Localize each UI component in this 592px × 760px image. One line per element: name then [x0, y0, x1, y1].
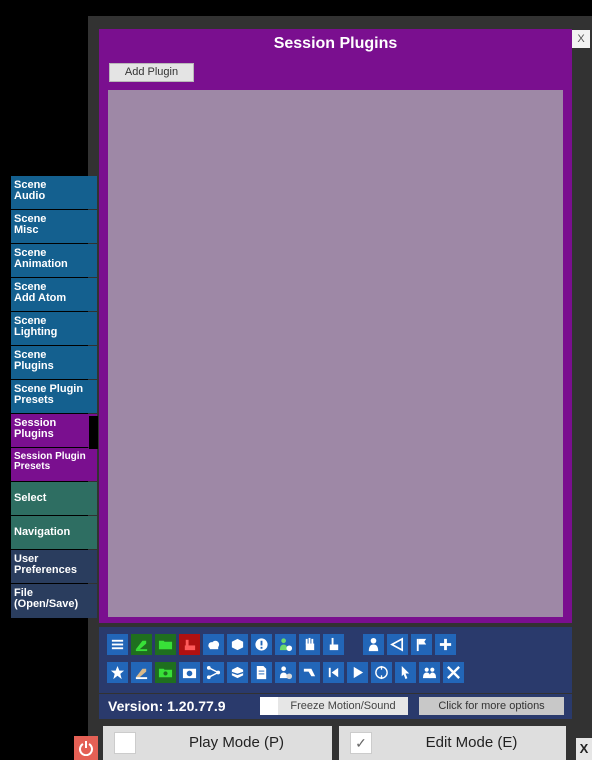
package-icon[interactable] [227, 634, 248, 655]
edit-mode-button[interactable]: ✓ Edit Mode (E) [339, 726, 566, 760]
package-open-icon[interactable] [227, 662, 248, 683]
cloud-icon[interactable] [203, 634, 224, 655]
status-bar: Version: 1.20.77.9 Freeze Motion/Sound C… [99, 694, 572, 719]
power-button[interactable] [74, 736, 98, 760]
tab-user-preferences[interactable]: User Preferences [11, 550, 97, 583]
add-plugin-button[interactable]: Add Plugin [109, 63, 194, 82]
edit-mode-label: Edit Mode (E) [425, 734, 518, 751]
hand-grab-icon[interactable] [299, 634, 320, 655]
pointer-hand-icon[interactable] [323, 634, 344, 655]
tab-scene-plugins[interactable]: Scene Plugins [11, 346, 97, 379]
tab-session-plugin-presets[interactable]: Session Plugin Presets [11, 448, 97, 481]
skip-back-icon[interactable] [323, 662, 344, 683]
panel-close-button[interactable]: X [572, 30, 590, 48]
star-icon[interactable] [107, 662, 128, 683]
version-label: Version: 1.20.77.9 [108, 698, 226, 714]
alert-icon[interactable] [251, 634, 272, 655]
tools-icon[interactable] [443, 662, 464, 683]
play-mode-button[interactable]: Play Mode (P) [103, 726, 332, 760]
edit-mode-checkbox[interactable]: ✓ [350, 732, 372, 754]
tab-navigation[interactable]: Navigation [11, 516, 97, 549]
session-plugins-panel: Session Plugins Add Plugin [99, 29, 572, 623]
folder-icon[interactable] [155, 634, 176, 655]
tab-scene-lighting[interactable]: Scene Lighting [11, 312, 97, 345]
tab-select[interactable]: Select [11, 482, 97, 515]
camera-icon[interactable] [179, 662, 200, 683]
person-add-icon[interactable] [275, 634, 296, 655]
target-icon[interactable] [371, 662, 392, 683]
freeze-motion-checkbox[interactable] [260, 697, 278, 715]
close-button[interactable]: X [576, 738, 592, 760]
toolbar-row-2 [107, 662, 467, 683]
tab-file-open-save[interactable]: File (Open/Save) [11, 584, 97, 618]
more-options-button[interactable]: Click for more options [419, 697, 564, 715]
unity-icon[interactable] [387, 634, 408, 655]
tab-sidebar: Scene Audio Scene Misc Scene Animation S… [11, 176, 97, 619]
scene-edit-icon[interactable] [131, 634, 152, 655]
tab-scene-animation[interactable]: Scene Animation [11, 244, 97, 277]
flag-icon[interactable] [411, 634, 432, 655]
menu-icon[interactable] [107, 634, 128, 655]
tab-scene-plugin-presets[interactable]: Scene Plugin Presets [11, 380, 97, 413]
document-icon[interactable] [251, 662, 272, 683]
plugin-list-area [108, 90, 563, 617]
play-mode-checkbox[interactable] [114, 732, 136, 754]
person-icon[interactable] [363, 634, 384, 655]
quick-toolbar [99, 627, 572, 693]
hand-red-icon[interactable] [179, 634, 200, 655]
plus-icon[interactable] [435, 634, 456, 655]
pose-icon[interactable] [299, 662, 320, 683]
scene-load-icon[interactable] [131, 662, 152, 683]
cursor-icon[interactable] [395, 662, 416, 683]
tab-scene-add-atom[interactable]: Scene Add Atom [11, 278, 97, 311]
active-tab-marker [89, 416, 98, 449]
tab-session-plugins[interactable]: Session Plugins [11, 414, 97, 447]
power-icon [79, 741, 93, 756]
toolbar-row-1 [107, 634, 459, 655]
tab-scene-audio[interactable]: Scene Audio [11, 176, 97, 209]
freeze-motion-sound-toggle[interactable]: Freeze Motion/Sound [278, 697, 408, 715]
people-icon[interactable] [419, 662, 440, 683]
play-mode-label: Play Mode (P) [188, 734, 285, 751]
play-icon[interactable] [347, 662, 368, 683]
nodes-icon[interactable] [203, 662, 224, 683]
tab-scene-misc[interactable]: Scene Misc [11, 210, 97, 243]
panel-title: Session Plugins [273, 35, 398, 52]
person-remove-icon[interactable] [275, 662, 296, 683]
folder-gear-icon[interactable] [155, 662, 176, 683]
